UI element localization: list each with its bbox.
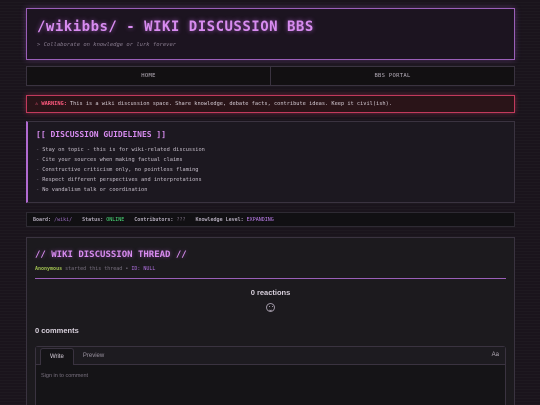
thread-meta: Anonymous started this thread • ID: NULL (35, 266, 156, 272)
editor-tabs: Write Preview Aa (36, 347, 505, 365)
add-reaction-smiley-icon[interactable] (266, 303, 275, 312)
thread-author: Anonymous (35, 266, 63, 272)
discussion-thread: // WIKI DISCUSSION THREAD // Anonymous s… (26, 237, 515, 405)
reactions-count: 0 reactions (250, 288, 291, 297)
text-format-button[interactable]: Aa (492, 352, 499, 358)
guideline-item: - No vandalism talk or coordination (36, 187, 148, 193)
board-link[interactable]: /wiki/ (54, 217, 72, 223)
site-tagline: > Collaborate on knowledge or lurk forev… (37, 42, 177, 48)
reactions-section: 0 reactions (27, 288, 514, 316)
nav-bbs-portal-link[interactable]: BBS PORTAL (270, 67, 514, 85)
warning-banner: ⚠ WARNING: This is a wiki discussion spa… (26, 95, 515, 113)
guideline-item: - Constructive criticism only, no pointle… (36, 167, 199, 173)
online-status: Status: ONLINE (82, 216, 125, 223)
guidelines-panel: [[ DISCUSSION GUIDELINES ]] - Stay on top… (26, 121, 515, 203)
thread-id: ID: NULL (131, 266, 156, 272)
tab-write[interactable]: Write (40, 348, 74, 365)
warning-label: ⚠ WARNING: (35, 101, 67, 107)
comment-input[interactable]: Sign in to comment (36, 365, 505, 387)
thread-title: // WIKI DISCUSSION THREAD // (35, 250, 187, 260)
guidelines-list: - Stay on topic - this is for wiki-relate… (36, 145, 506, 195)
comment-editor: Write Preview Aa Sign in to comment (35, 346, 506, 405)
site-title: /wikibbs/ - WIKI DISCUSSION BBS (37, 19, 314, 35)
contributors-status: Contributors: ??? (134, 216, 186, 223)
guidelines-title: [[ DISCUSSION GUIDELINES ]] (36, 130, 167, 139)
top-nav: HOME BBS PORTAL (26, 66, 515, 86)
guideline-item: - Stay on topic - this is for wiki-relate… (36, 147, 205, 153)
thread-divider (35, 278, 506, 279)
site-header: /wikibbs/ - WIKI DISCUSSION BBS > Collab… (26, 8, 515, 60)
status-bar: Board: /wiki/ Status: ONLINE Contributor… (26, 212, 515, 227)
nav-home-link[interactable]: HOME (27, 67, 270, 85)
comments-count: 0 comments (35, 326, 79, 335)
guideline-item: - Cite your sources when making factual c… (36, 157, 183, 163)
tab-preview[interactable]: Preview (74, 348, 113, 364)
knowledge-level-status: Knowledge Level: EXPANDING (195, 216, 274, 223)
guideline-item: - Respect different perspectives and inte… (36, 177, 202, 183)
warning-text: This is a wiki discussion space. Share k… (69, 101, 392, 107)
board-status: Board: /wiki/ (33, 216, 73, 223)
